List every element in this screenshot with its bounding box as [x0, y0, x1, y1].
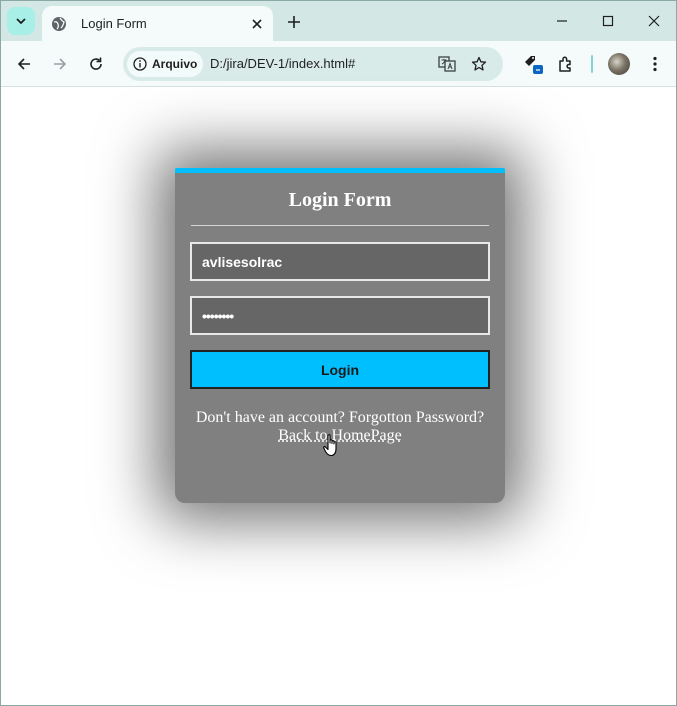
new-tab-button[interactable]: [281, 9, 307, 35]
toolbar-divider: [591, 55, 593, 73]
hand-cursor-icon: [323, 434, 337, 457]
bookmark-button[interactable]: [467, 52, 491, 76]
tag-icon: [525, 56, 543, 74]
browser-menu-button[interactable]: [641, 50, 669, 78]
security-chip-label: Arquivo: [152, 57, 198, 71]
site-info-chip[interactable]: Arquivo: [127, 51, 203, 77]
page-title: Login Form: [288, 189, 392, 211]
heading-divider: [191, 225, 489, 226]
page-viewport: Login Form avlisesolrac •••••••• Login D…: [1, 88, 676, 705]
tab-search-button[interactable]: [7, 7, 35, 35]
tab-title: Login Form: [81, 16, 147, 31]
tab-search-icon: [16, 18, 26, 25]
info-icon: [133, 57, 147, 71]
tab-strip: Login Form: [1, 1, 676, 41]
browser-toolbar: Arquivo D:/jira/DEV-1/index.html#: [1, 41, 676, 87]
login-button[interactable]: Login: [190, 350, 490, 389]
globe-icon: [51, 16, 67, 32]
maximize-button[interactable]: [585, 1, 631, 41]
address-bar[interactable]: Arquivo D:/jira/DEV-1/index.html#: [123, 47, 503, 81]
tag-extension-button[interactable]: [519, 50, 547, 78]
reload-icon: [90, 57, 102, 70]
extensions-button[interactable]: [552, 50, 580, 78]
close-tab-button[interactable]: [245, 12, 269, 36]
username-field[interactable]: avlisesolrac: [190, 242, 490, 281]
forgot-password-link[interactable]: Forgotton Password?: [349, 409, 484, 426]
forward-icon: [54, 58, 67, 70]
links-row: Don't have an account? Forgotton Passwor…: [175, 409, 505, 427]
plus-icon: [288, 16, 300, 28]
translate-icon: [438, 56, 456, 72]
active-tab[interactable]: Login Form: [42, 6, 273, 41]
signup-text: Don't have an account?: [195, 409, 345, 426]
close-icon: [648, 15, 660, 27]
reload-button[interactable]: [82, 50, 110, 78]
minimize-button[interactable]: [539, 1, 585, 41]
minimize-icon: [557, 20, 567, 22]
back-icon: [17, 58, 30, 70]
url-text[interactable]: D:/jira/DEV-1/index.html#: [210, 56, 355, 71]
forward-button[interactable]: [46, 50, 74, 78]
translate-button[interactable]: [435, 52, 459, 76]
maximize-icon: [602, 15, 614, 27]
kebab-menu-icon: [653, 56, 657, 72]
star-icon: [471, 56, 487, 71]
extensions-icon: [559, 56, 571, 72]
back-button[interactable]: [10, 50, 38, 78]
browser-window: Login Form Arquivo D:/jira/DEV-1/index.h…: [0, 0, 677, 706]
close-icon: [252, 18, 262, 29]
close-window-button[interactable]: [631, 1, 676, 41]
avatar[interactable]: [608, 53, 630, 75]
password-field[interactable]: ••••••••: [190, 296, 490, 335]
